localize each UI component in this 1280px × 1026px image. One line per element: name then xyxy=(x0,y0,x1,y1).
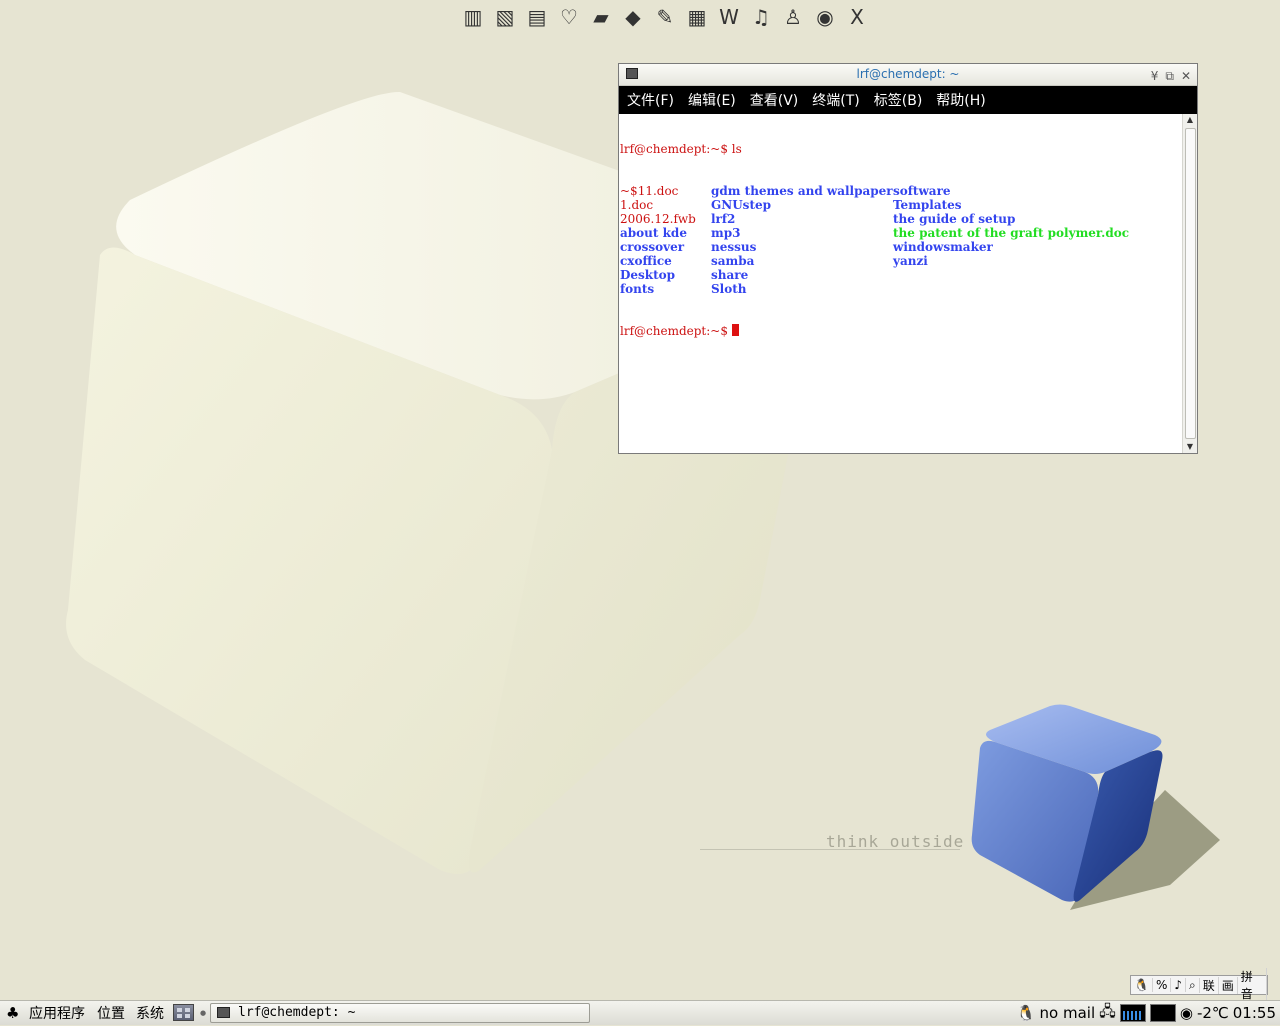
music-icon[interactable]: ♫ xyxy=(746,1,776,33)
weather-temp[interactable]: -2℃ xyxy=(1197,1004,1229,1022)
menu-edit[interactable]: 编辑(E) xyxy=(688,90,736,110)
ls-row: Desktop share xyxy=(620,268,1181,282)
menu-places[interactable]: 位置 xyxy=(97,1003,125,1023)
ls-entry: the guide of setup xyxy=(893,212,1016,226)
ls-row: fonts Sloth xyxy=(620,282,1181,296)
weather-icon[interactable]: ◉ xyxy=(1180,1004,1193,1022)
scroll-up-icon[interactable]: ▲ xyxy=(1183,114,1197,126)
ls-entry: nessus xyxy=(711,240,757,254)
penguin-icon[interactable]: 🐧 xyxy=(1017,1004,1036,1022)
monitor-box-icon[interactable] xyxy=(1149,1004,1176,1022)
cpu-monitor-icon[interactable] xyxy=(1119,1004,1146,1022)
ls-entry: GNUstep xyxy=(711,198,772,212)
ime-item[interactable]: ⌕ xyxy=(1186,977,1200,993)
ls-entry: ~$11.doc xyxy=(620,184,679,198)
terminal-scrollbar[interactable]: ▲ ▼ xyxy=(1182,114,1197,453)
file-manager-icon[interactable]: ▥ xyxy=(458,1,488,33)
terminal-window[interactable]: lrf@chemdept: ~ ¥ ⧉ ✕ 文件(F) 编辑(E) 查看(V) … xyxy=(618,63,1198,454)
terminal-cursor xyxy=(731,324,739,336)
terminal-titlebar[interactable]: lrf@chemdept: ~ ¥ ⧉ ✕ xyxy=(619,64,1197,86)
ls-entry: Sloth xyxy=(711,282,747,296)
launcher-panel: ▥ ▧ ▤ ♡ ▰ ◆ ✎ ▦ W ♫ ♙ ◉ X xyxy=(458,1,872,35)
ime-item[interactable]: 画 xyxy=(1219,976,1238,994)
menu-file[interactable]: 文件(F) xyxy=(627,90,674,110)
system-tray: 🐧 no mail 🖧 ◉ -2℃ 01:55 xyxy=(1017,1002,1276,1024)
ls-row: about kde mp3 the patent of the graft poly… xyxy=(620,226,1181,240)
ls-row: 1.doc GNUstep Templates xyxy=(620,198,1181,212)
messenger-icon[interactable]: ♙ xyxy=(778,1,808,33)
ls-entry: about kde xyxy=(620,226,687,240)
minimize-icon[interactable]: ¥ xyxy=(1151,66,1159,87)
gnome-foot-icon[interactable]: ♣ xyxy=(6,1004,19,1022)
books-icon[interactable]: ▰ xyxy=(586,1,616,33)
ls-entry: samba xyxy=(711,254,755,268)
x-close-icon[interactable]: X xyxy=(842,1,872,33)
terminal-current-prompt: lrf@chemdept:~$ xyxy=(620,324,1181,338)
menu-tabs[interactable]: 标签(B) xyxy=(874,90,923,110)
ls-entry: crossover xyxy=(620,240,685,254)
ls-output: ~$11.doc gdm themes and wallpapersoftware… xyxy=(620,184,1181,296)
close-icon[interactable]: ✕ xyxy=(1181,66,1191,87)
ls-entry: gdm themes and wallpaper xyxy=(711,184,893,198)
ime-item[interactable]: 联 xyxy=(1200,976,1219,994)
menu-applications[interactable]: 应用程序 xyxy=(29,1003,85,1023)
terminal-output[interactable]: lrf@chemdept:~$ ls ~$11.doc gdm themes an… xyxy=(619,114,1197,453)
show-desktop-button[interactable] xyxy=(173,1004,194,1021)
taskbar-terminal-button[interactable]: lrf@chemdept: ~ xyxy=(210,1003,590,1023)
ls-entry: fonts xyxy=(620,282,655,296)
terminal-app-icon[interactable] xyxy=(626,68,638,79)
ls-entry: Desktop xyxy=(620,268,676,282)
ls-row: cxoffice samba yanzi xyxy=(620,254,1181,268)
ls-entry: Templates xyxy=(893,198,962,212)
ls-entry: 2006.12.fwb xyxy=(620,212,696,226)
scroll-down-icon[interactable]: ▼ xyxy=(1183,441,1197,453)
education-icon[interactable]: ◆ xyxy=(618,1,648,33)
ls-entry: the patent of the graft polymer.doc xyxy=(893,226,1130,240)
scroll-icon[interactable]: ▤ xyxy=(522,1,552,33)
mail-status[interactable]: no mail xyxy=(1040,1004,1096,1022)
maximize-icon[interactable]: ⧉ xyxy=(1165,66,1174,87)
ime-item[interactable]: 🐧 xyxy=(1131,978,1153,992)
ls-row: 2006.12.fwb lrf2 the guide of setup xyxy=(620,212,1181,226)
clock[interactable]: 01:55 xyxy=(1233,1004,1276,1022)
word-processor-icon[interactable]: W xyxy=(714,1,744,33)
ls-row: crossover nessus windowsmaker xyxy=(620,240,1181,254)
terminal-title: lrf@chemdept: ~ xyxy=(856,67,960,81)
ime-item[interactable]: ♪ xyxy=(1171,978,1187,992)
ls-entry: yanzi xyxy=(893,254,928,268)
menu-terminal[interactable]: 终端(T) xyxy=(812,90,859,110)
ls-entry: cxoffice xyxy=(620,254,672,268)
documents-icon[interactable]: ▧ xyxy=(490,1,520,33)
menu-system[interactable]: 系统 xyxy=(136,1003,164,1023)
film-icon[interactable]: ▦ xyxy=(682,1,712,33)
menu-help[interactable]: 帮助(H) xyxy=(936,90,985,110)
ls-entry: windowsmaker xyxy=(893,240,993,254)
term-icon[interactable]: ◉ xyxy=(810,1,840,33)
ls-entry: share xyxy=(711,268,749,282)
ls-entry: 1.doc xyxy=(620,198,654,212)
blue-cube-graphic xyxy=(971,704,1220,910)
wallpaper-caption: think outside xyxy=(826,832,965,851)
terminal-prompt-line: lrf@chemdept:~$ ls xyxy=(620,142,742,156)
menu-view[interactable]: 查看(V) xyxy=(750,90,799,110)
terminal-menubar: 文件(F) 编辑(E) 查看(V) 终端(T) 标签(B) 帮助(H) xyxy=(619,86,1197,114)
scrollbar-thumb[interactable] xyxy=(1185,128,1196,439)
bottom-panel: ♣ 应用程序 位置 系统 ● lrf@chemdept: ~ 🐧 no mail… xyxy=(0,1000,1280,1025)
panel-grip-icon[interactable]: ● xyxy=(200,1009,206,1017)
ime-item[interactable]: 拼音 xyxy=(1238,968,1267,1002)
ls-entry: software xyxy=(893,184,951,198)
gimp-icon[interactable]: ✎ xyxy=(650,1,680,33)
ls-row: ~$11.doc gdm themes and wallpapersoftware xyxy=(620,184,1181,198)
photo-album-icon[interactable]: ♡ xyxy=(554,1,584,33)
input-method-bar: 🐧% ♪ ⌕ 联画拼音 xyxy=(1130,968,1268,1002)
ime-item[interactable]: % xyxy=(1153,978,1172,992)
terminal-task-icon xyxy=(217,1007,230,1018)
ls-entry: lrf2 xyxy=(711,212,736,226)
network-icon[interactable]: 🖧 xyxy=(1099,1001,1116,1026)
ls-entry: mp3 xyxy=(711,226,741,240)
